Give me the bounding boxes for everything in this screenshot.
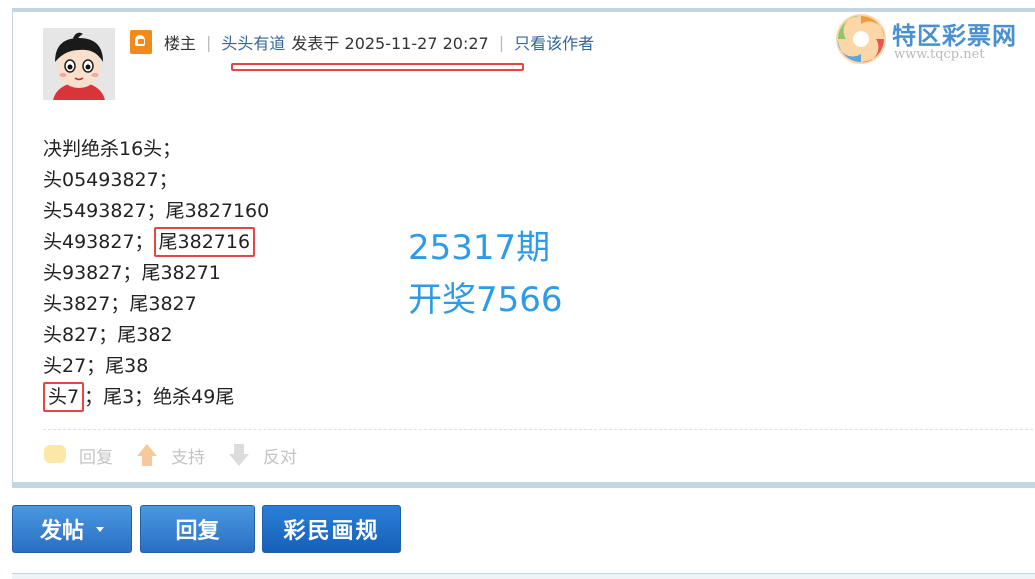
content-text: ；尾3；绝杀49尾 xyxy=(84,386,235,408)
content-line: 头493827； 尾382716 xyxy=(43,227,269,258)
content-divider xyxy=(43,429,1033,430)
post-content: 决判绝杀16头； 头05493827； 头5493827；尾3827160 头4… xyxy=(43,134,269,413)
red-box-annotation: 尾382716 xyxy=(153,227,256,257)
content-text: 头493827； xyxy=(43,231,154,253)
avatar-image xyxy=(43,28,115,100)
support-action[interactable]: 支持 xyxy=(135,443,205,468)
post-time: 发表于 2025-11-27 20:27 xyxy=(291,34,489,53)
meta-separator: | xyxy=(498,32,505,52)
site-logo: 特区彩票网 www.tqcp.net xyxy=(834,10,1034,66)
post-meta: 楼主 | 头头有道 发表于 2025-11-27 20:27 | 只看该作者 xyxy=(130,30,594,54)
oppose-action-label: 反对 xyxy=(263,448,297,468)
logo-name: 特区彩票网 xyxy=(892,22,1017,50)
content-line: 头7 ；尾3；绝杀49尾 xyxy=(43,382,269,413)
red-box-annotation: 头7 xyxy=(43,382,85,412)
reply-action-label: 回复 xyxy=(79,448,113,468)
content-line: 头27；尾38 xyxy=(43,355,149,377)
reply-button-label: 回复 xyxy=(175,519,220,544)
avatar[interactable] xyxy=(43,28,115,100)
floor-label: 楼主 xyxy=(164,34,197,53)
footer-strip xyxy=(12,573,1035,579)
logo-swirl-icon xyxy=(836,14,886,64)
thumbs-up-arrow-icon xyxy=(135,443,159,468)
reply-action[interactable]: 回复 xyxy=(43,443,113,468)
down-arrow-icon xyxy=(227,443,251,468)
author-link[interactable]: 头头有道 xyxy=(221,30,285,54)
rules-button-label: 彩民画规 xyxy=(283,519,380,544)
logo-url: www.tqcp.net xyxy=(894,47,985,62)
content-line: 头93827；尾38271 xyxy=(43,262,221,284)
only-author-link[interactable]: 只看该作者 xyxy=(514,30,594,54)
reply-bubble-icon xyxy=(43,444,67,468)
draw-result-overlay: 25317期 开奖7566 xyxy=(408,222,563,326)
reply-button[interactable]: 回复 xyxy=(140,505,255,553)
rules-button[interactable]: 彩民画规 xyxy=(262,505,401,553)
content-line: 头827；尾382 xyxy=(43,324,173,346)
draw-result: 开奖7566 xyxy=(408,280,563,320)
red-underline-annotation xyxy=(231,63,524,71)
meta-separator: | xyxy=(206,32,212,52)
new-post-button[interactable]: 发帖 xyxy=(12,505,132,553)
new-post-label: 发帖 xyxy=(39,519,84,544)
support-action-label: 支持 xyxy=(171,448,205,468)
oppose-action[interactable]: 反对 xyxy=(227,443,297,468)
chevron-down-icon xyxy=(96,526,104,532)
floor-owner-icon xyxy=(130,30,152,54)
content-line: 决判绝杀16头； xyxy=(43,138,182,160)
post-actions: 回复 支持 反对 xyxy=(43,443,319,468)
content-line: 头3827；尾3827 xyxy=(43,293,197,315)
draw-issue: 25317期 xyxy=(408,228,551,268)
content-line: 头5493827；尾3827160 xyxy=(43,200,270,222)
post-bottom-border xyxy=(12,482,1035,488)
content-line: 头05493827； xyxy=(43,169,178,191)
